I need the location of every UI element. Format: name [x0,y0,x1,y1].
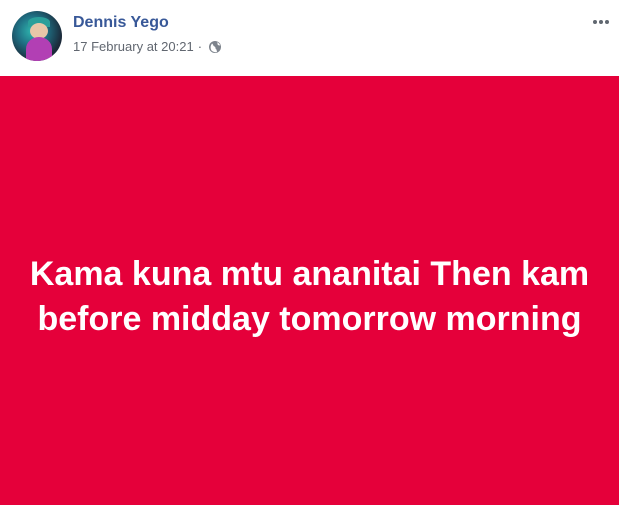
author-avatar[interactable] [12,11,62,61]
post-timestamp[interactable]: 17 February at 20:21 [73,39,194,54]
post-text: Kama kuna mtu ananitai Then kam before m… [29,254,590,338]
feed-post: Dennis Yego 17 February at 20:21 · Kama … [0,0,619,505]
author-name[interactable]: Dennis Yego [73,14,169,32]
meta-separator: · [197,39,203,54]
post-meta: 17 February at 20:21 · [73,39,222,54]
colored-text-post-background: Kama kuna mtu ananitai Then kam before m… [0,76,619,505]
post-header: Dennis Yego 17 February at 20:21 · [0,0,619,76]
globe-icon[interactable] [208,40,222,54]
more-options-icon[interactable] [589,13,613,31]
